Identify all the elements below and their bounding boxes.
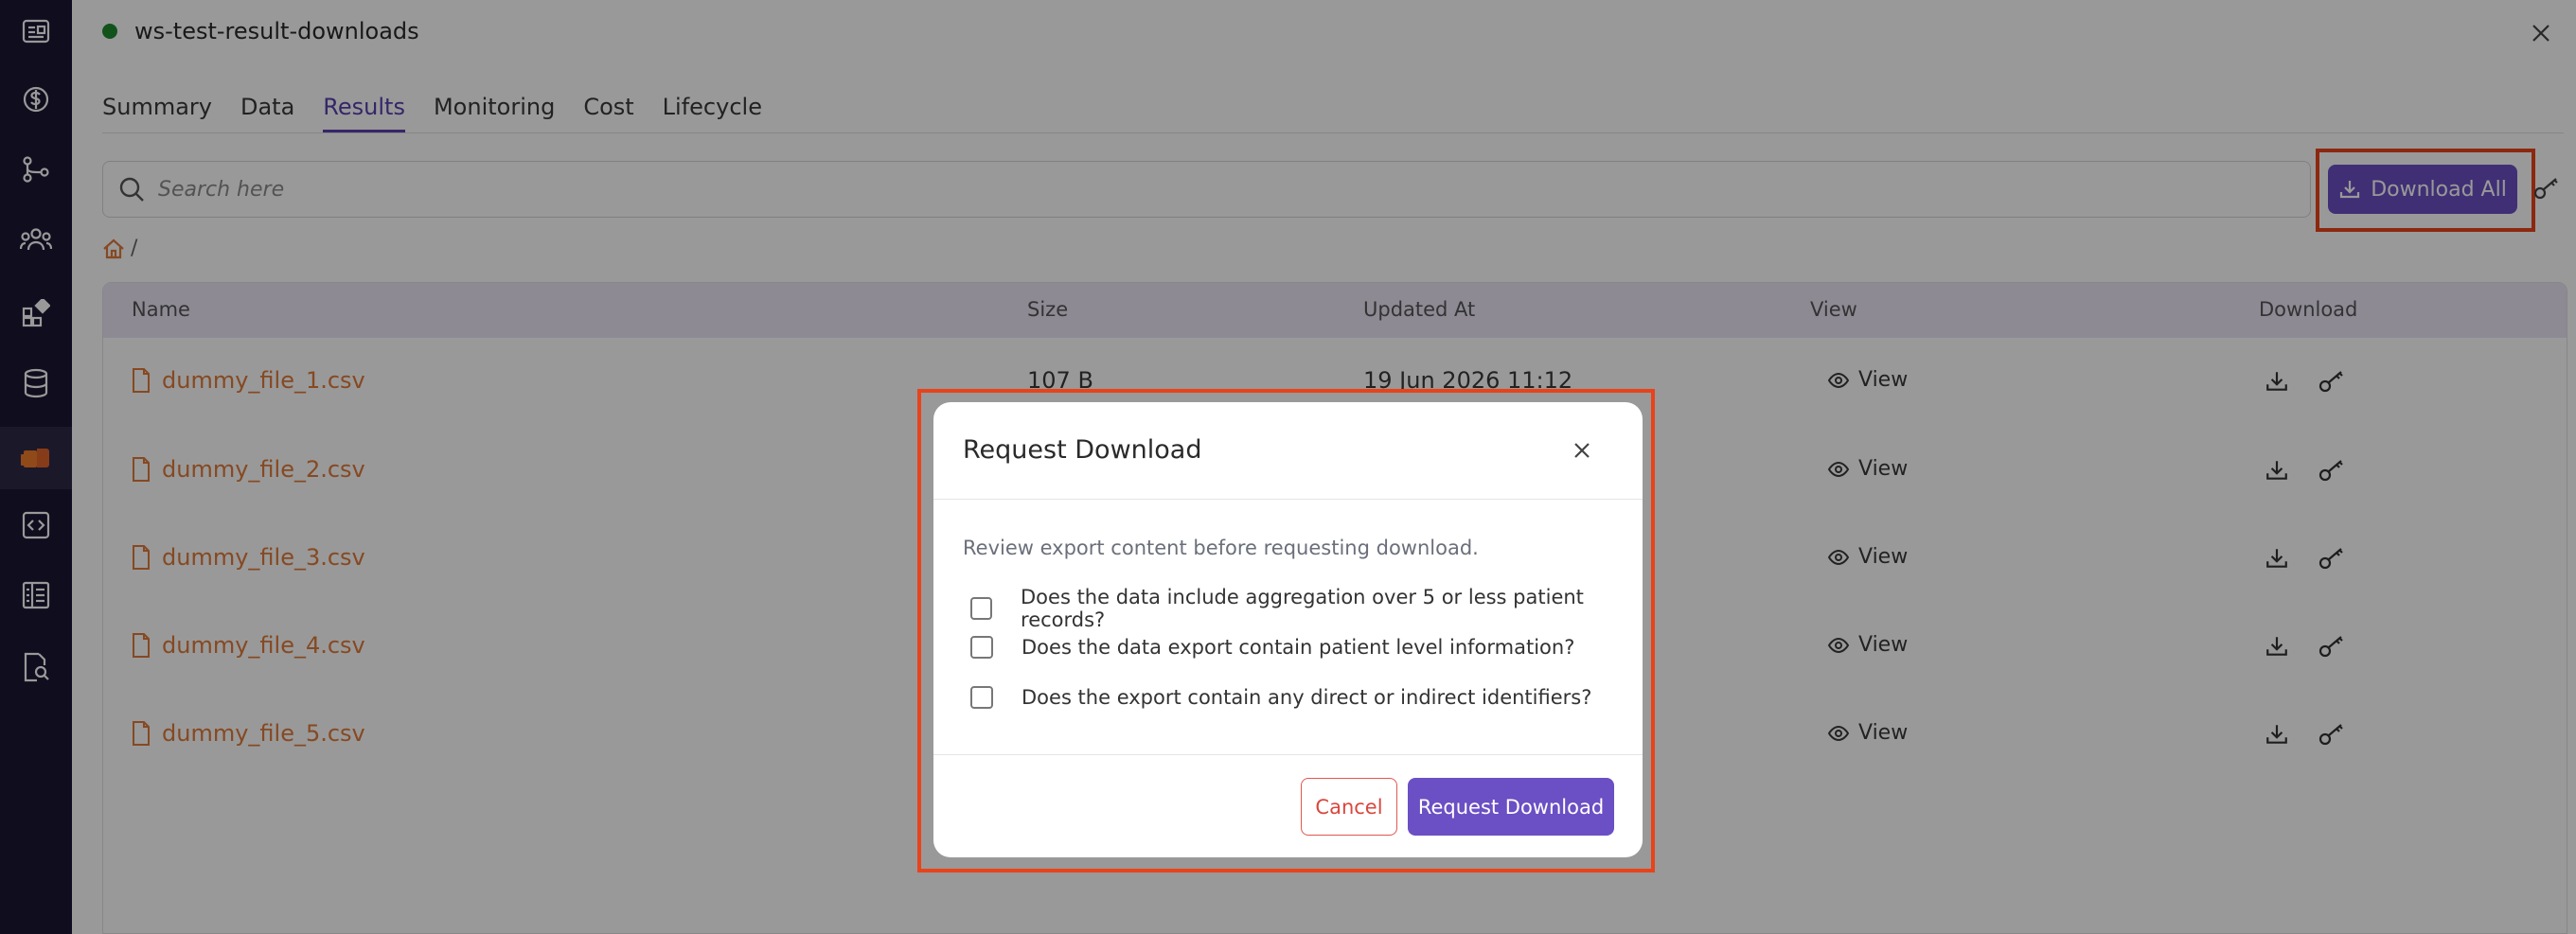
highlight-box-dialog [917,389,1655,872]
